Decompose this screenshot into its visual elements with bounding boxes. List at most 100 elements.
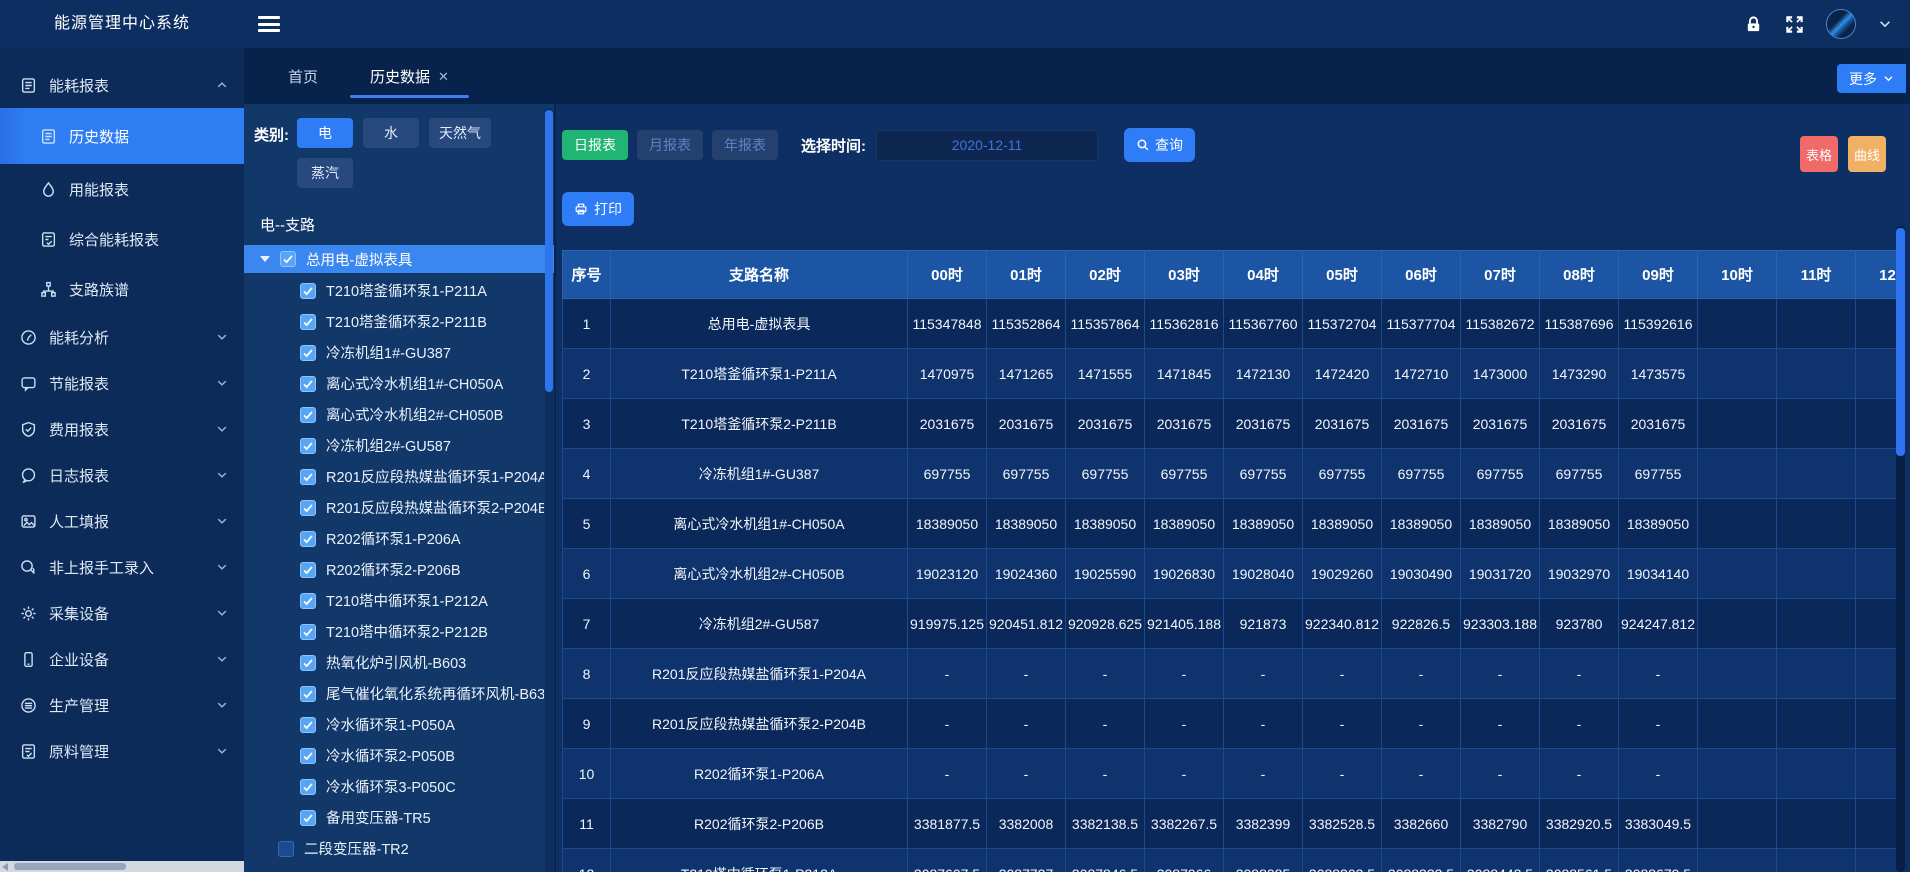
tab-home[interactable]: 首页	[274, 48, 332, 104]
sidebar-item-production-mgmt[interactable]: 生产管理	[0, 682, 244, 728]
lock-icon[interactable]	[1744, 15, 1763, 34]
date-input[interactable]	[876, 130, 1098, 161]
scrollbar-thumb[interactable]	[1896, 228, 1905, 456]
report-type-button-日报表[interactable]: 日报表	[562, 130, 628, 160]
tree-item[interactable]: 冷水循环泵2-P050B	[254, 740, 544, 771]
tree-item-label: 冷冻机组2#-GU587	[326, 435, 451, 456]
checkbox-checked[interactable]	[300, 562, 316, 578]
curve-view-button[interactable]: 曲线	[1848, 136, 1886, 172]
tab-close-icon[interactable]: ✕	[438, 70, 449, 83]
category-button-水[interactable]: 水	[363, 118, 419, 148]
checkbox-checked[interactable]	[300, 531, 316, 547]
tree-item[interactable]: 热氧化炉引风机-B603	[254, 647, 544, 678]
checkbox-checked[interactable]	[300, 283, 316, 299]
tree-vertical-scrollbar[interactable]	[545, 108, 553, 872]
report-type-button-月报表[interactable]: 月报表	[637, 130, 703, 160]
tree-item[interactable]: 离心式冷水机组1#-CH050A	[254, 368, 544, 399]
tree-item-partial[interactable]: 二段变压器-TR2	[254, 833, 544, 864]
tree-item[interactable]: 冷水循环泵1-P050A	[254, 709, 544, 740]
sidebar-horizontal-scrollbar[interactable]	[0, 861, 244, 872]
checkbox-checked[interactable]	[300, 810, 316, 826]
sidebar-item-energy-report[interactable]: 能耗报表	[0, 62, 244, 108]
more-button[interactable]: 更多	[1837, 64, 1906, 93]
tree-item[interactable]: R202循环泵1-P206A	[254, 523, 544, 554]
caret-down-icon[interactable]	[260, 256, 270, 262]
cell-value: 2031675	[1224, 399, 1303, 449]
tab-history-data[interactable]: 历史数据 ✕	[356, 48, 463, 104]
tree-item[interactable]: R202循环泵2-P206B	[254, 554, 544, 585]
cell-value	[1698, 749, 1777, 799]
tree-root-node[interactable]: 总用电-虚拟表具	[244, 245, 554, 273]
cell-value: -	[1619, 649, 1698, 699]
cell-value: 1471265	[987, 349, 1066, 399]
checkbox-checked[interactable]	[300, 624, 316, 640]
checkbox-checked[interactable]	[300, 407, 316, 423]
tree-item[interactable]: 冷水循环泵3-P050C	[254, 771, 544, 802]
sidebar-item-branch-genealogy[interactable]: 支路族谱	[0, 264, 244, 314]
category-button-天然气[interactable]: 天然气	[429, 118, 491, 148]
sidebar-item-enterprise-device[interactable]: 企业设备	[0, 636, 244, 682]
tree-item[interactable]: 冷冻机组1#-GU387	[254, 337, 544, 368]
tree-item[interactable]: 离心式冷水机组2#-CH050B	[254, 399, 544, 430]
sidebar-item-comprehensive-energy-report[interactable]: 综合能耗报表	[0, 214, 244, 264]
sidebar-item-history-data[interactable]: 历史数据	[0, 108, 244, 164]
tree-item[interactable]: 备用变压器-TR5	[254, 802, 544, 833]
checkbox-checked[interactable]	[300, 438, 316, 454]
category-button-蒸汽[interactable]: 蒸汽	[297, 158, 353, 188]
tree-item-label: 冷水循环泵1-P050A	[326, 714, 455, 735]
sidebar-item-manual-fill[interactable]: 人工填报	[0, 498, 244, 544]
sidebar-item-energy-analysis[interactable]: 能耗分析	[0, 314, 244, 360]
checkbox-checked[interactable]	[300, 376, 316, 392]
cell-value	[1698, 549, 1777, 599]
tree-item[interactable]: T210塔釜循环泵2-P211B	[254, 306, 544, 337]
report-type-button-年报表[interactable]: 年报表	[712, 130, 778, 160]
cell-value	[1777, 299, 1856, 349]
tree-item[interactable]: T210塔釜循环泵1-P211A	[254, 275, 544, 306]
cell-index: 12	[563, 849, 611, 872]
tree-item[interactable]: R201反应段热媒盐循环泵1-P204A	[254, 461, 544, 492]
checkbox-checked[interactable]	[300, 314, 316, 330]
checkbox-checked[interactable]	[300, 717, 316, 733]
table-view-button[interactable]: 表格	[1800, 136, 1838, 172]
checkbox-checked[interactable]	[280, 251, 296, 267]
table-vertical-scrollbar[interactable]	[1896, 226, 1905, 872]
sidebar-item-collect-device[interactable]: 采集设备	[0, 590, 244, 636]
print-button[interactable]: 打印	[562, 192, 634, 226]
chevron-down-icon	[216, 699, 228, 711]
tree-item[interactable]: R201反应段热媒盐循环泵2-P204B	[254, 492, 544, 523]
category-button-电[interactable]: 电	[297, 118, 353, 148]
checkbox-checked[interactable]	[300, 779, 316, 795]
checkbox-checked[interactable]	[300, 593, 316, 609]
checkbox-checked[interactable]	[300, 469, 316, 485]
scrollbar-thumb[interactable]	[545, 110, 553, 392]
hamburger-menu-icon[interactable]	[258, 16, 280, 32]
cell-value: -	[1461, 699, 1540, 749]
tree-item[interactable]: 冷冻机组2#-GU587	[254, 430, 544, 461]
sidebar-item-energy-use-report[interactable]: 用能报表	[0, 164, 244, 214]
checkbox-checked[interactable]	[300, 748, 316, 764]
checkbox-checked[interactable]	[300, 686, 316, 702]
sidebar-item-material-mgmt[interactable]: 原料管理	[0, 728, 244, 774]
cell-value: 18389050	[1145, 499, 1224, 549]
tree-item[interactable]: 尾气催化氧化系统再循环风机-B63	[254, 678, 544, 709]
checkbox-checked[interactable]	[300, 345, 316, 361]
query-button[interactable]: 查询	[1124, 128, 1195, 162]
cell-value: 115372704	[1303, 299, 1382, 349]
scrollbar-thumb[interactable]	[14, 863, 126, 870]
tab-label: 首页	[288, 66, 318, 87]
cell-value: 2031675	[1540, 399, 1619, 449]
checkbox-checked[interactable]	[300, 500, 316, 516]
chevron-down-icon[interactable]	[1878, 17, 1892, 31]
checkbox-unchecked[interactable]	[278, 841, 294, 857]
fullscreen-icon[interactable]	[1785, 15, 1804, 34]
tree-item[interactable]: T210塔中循环泵1-P212A	[254, 585, 544, 616]
sidebar-item-cost-report[interactable]: 费用报表	[0, 406, 244, 452]
tree-item[interactable]: T210塔中循环泵2-P212B	[254, 616, 544, 647]
sidebar-item-non-report-manual-entry[interactable]: 非上报手工录入	[0, 544, 244, 590]
cell-value	[1777, 499, 1856, 549]
checkbox-checked[interactable]	[300, 655, 316, 671]
scrollbar-left-arrow-icon[interactable]	[2, 863, 8, 871]
sidebar-item-energy-saving-report[interactable]: 节能报表	[0, 360, 244, 406]
user-avatar[interactable]	[1826, 9, 1856, 39]
sidebar-item-log-report[interactable]: 日志报表	[0, 452, 244, 498]
